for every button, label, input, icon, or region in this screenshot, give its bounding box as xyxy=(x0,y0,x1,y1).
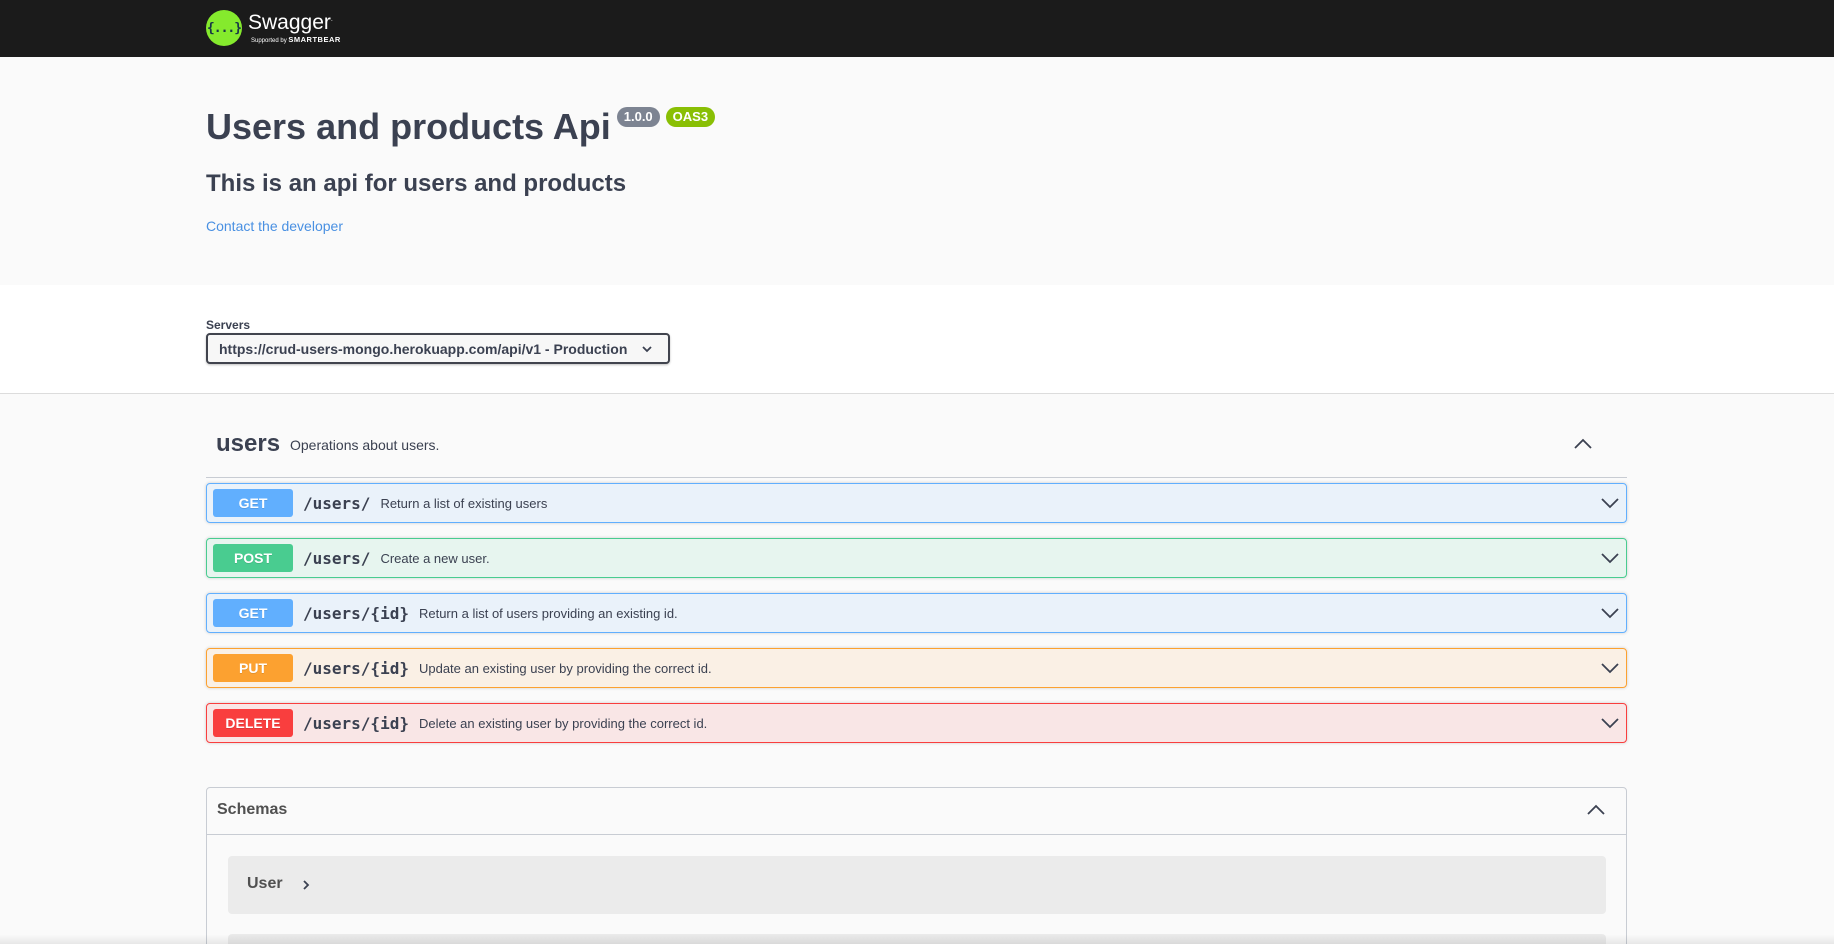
page-title: Users and products Api xyxy=(206,106,611,147)
api-description: This is an api for users and products xyxy=(206,170,627,197)
method-badge: POST xyxy=(213,544,293,572)
operation-post-users[interactable]: POST /users/ Create a new user. xyxy=(206,538,1627,578)
servers-label: Servers xyxy=(206,318,251,332)
operation-path: /users/{id} xyxy=(303,603,409,623)
operation-put-user[interactable]: PUT /users/{id} Update an existing user … xyxy=(206,648,1627,688)
method-badge: GET xyxy=(213,489,293,517)
version-badge: 1.0.0 xyxy=(616,107,660,127)
supported-by: Supported by SMARTBEAR xyxy=(251,35,341,44)
operation-delete-user[interactable]: DELETE /users/{id} Delete an existing us… xyxy=(206,703,1627,743)
chevron-right-icon[interactable] xyxy=(301,878,311,896)
chevron-down-icon[interactable] xyxy=(1600,658,1620,683)
chevron-down-icon[interactable] xyxy=(1600,603,1620,628)
method-badge: DELETE xyxy=(213,709,293,737)
chevron-down-icon[interactable] xyxy=(1600,548,1620,573)
swagger-logo-icon: {...} xyxy=(206,10,242,46)
chevron-up-icon[interactable] xyxy=(1573,434,1593,459)
operation-path: /users/{id} xyxy=(303,658,409,678)
operation-summary: Update an existing user by providing the… xyxy=(418,660,712,676)
servers-section: Servers https://crud-users-mongo.herokua… xyxy=(0,285,1834,394)
contact-link[interactable]: Contact the developer xyxy=(206,218,343,234)
chevron-down-icon[interactable] xyxy=(1600,493,1620,518)
brand-name: Swagger. xyxy=(248,11,333,34)
operation-summary: Return a list of existing users xyxy=(380,495,548,511)
oas-badge: OAS3 xyxy=(665,107,716,127)
title-row: Users and products Api 1.0.0 OAS3 xyxy=(206,106,716,148)
model-user[interactable]: User xyxy=(228,856,1606,914)
servers-selected-value: https://crud-users-mongo.herokuapp.com/a… xyxy=(219,340,628,357)
operation-path: /users/{id} xyxy=(303,713,409,733)
operation-summary: Delete an existing user by providing the… xyxy=(418,715,708,731)
tag-header-users[interactable]: users Operations about users. xyxy=(206,426,1627,478)
operation-path: /users/ xyxy=(303,493,371,513)
operation-path: /users/ xyxy=(303,548,371,568)
operation-get-user-by-id[interactable]: GET /users/{id} Return a list of users p… xyxy=(206,593,1627,633)
chevron-down-icon[interactable] xyxy=(1600,713,1620,738)
logo-text: Swagger. Supported by SMARTBEAR xyxy=(248,12,341,44)
swagger-logo[interactable]: {...} Swagger. Supported by SMARTBEAR xyxy=(206,8,341,48)
servers-select[interactable]: https://crud-users-mongo.herokuapp.com/a… xyxy=(206,333,670,364)
topbar: {...} Swagger. Supported by SMARTBEAR xyxy=(0,0,1834,57)
info-section: Users and products Api 1.0.0 OAS3 This i… xyxy=(0,57,1834,285)
operation-summary: Return a list of users providing an exis… xyxy=(418,605,678,621)
method-badge: PUT xyxy=(213,654,293,682)
model-name: User xyxy=(247,875,283,892)
bottom-shadow xyxy=(0,934,1834,944)
chevron-up-icon[interactable] xyxy=(1586,800,1606,825)
chevron-down-icon xyxy=(640,342,654,359)
tag-name: users xyxy=(216,430,281,457)
schemas-title: Schemas xyxy=(217,801,288,818)
operation-get-users[interactable]: GET /users/ Return a list of existing us… xyxy=(206,483,1627,523)
schemas-section: Schemas User xyxy=(206,787,1627,944)
schemas-header[interactable]: Schemas xyxy=(207,788,1626,835)
operation-summary: Create a new user. xyxy=(380,550,490,566)
tag-description: Operations about users. xyxy=(290,437,440,453)
method-badge: GET xyxy=(213,599,293,627)
